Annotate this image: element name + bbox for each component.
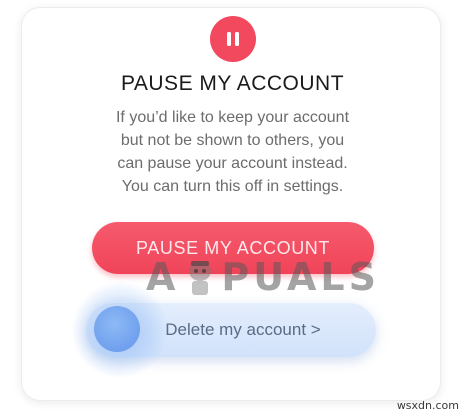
watermark-text-left: A bbox=[146, 255, 180, 299]
delete-my-account-button[interactable]: Delete my account > bbox=[86, 303, 376, 357]
screenshot-frame: PAUSE MY ACCOUNT If you’d like to keep y… bbox=[0, 0, 465, 415]
appuals-watermark: A PUALS bbox=[146, 252, 376, 302]
description-line: If you’d like to keep your account bbox=[115, 109, 350, 126]
pause-icon bbox=[210, 16, 256, 62]
watermark-text-right: PUALS bbox=[221, 255, 380, 299]
description-line: You can turn this off in settings. bbox=[121, 178, 344, 195]
description-line: but not be shown to others, you bbox=[120, 132, 345, 149]
dialog-description: If you’d like to keep your account but n… bbox=[0, 106, 465, 198]
delete-button-label: Delete my account > bbox=[165, 320, 321, 339]
mascot-icon bbox=[183, 257, 217, 297]
site-watermark: wsxdn.com bbox=[396, 399, 459, 412]
dialog-title: PAUSE MY ACCOUNT bbox=[120, 72, 345, 95]
description-line: can pause your account instead. bbox=[117, 155, 348, 172]
